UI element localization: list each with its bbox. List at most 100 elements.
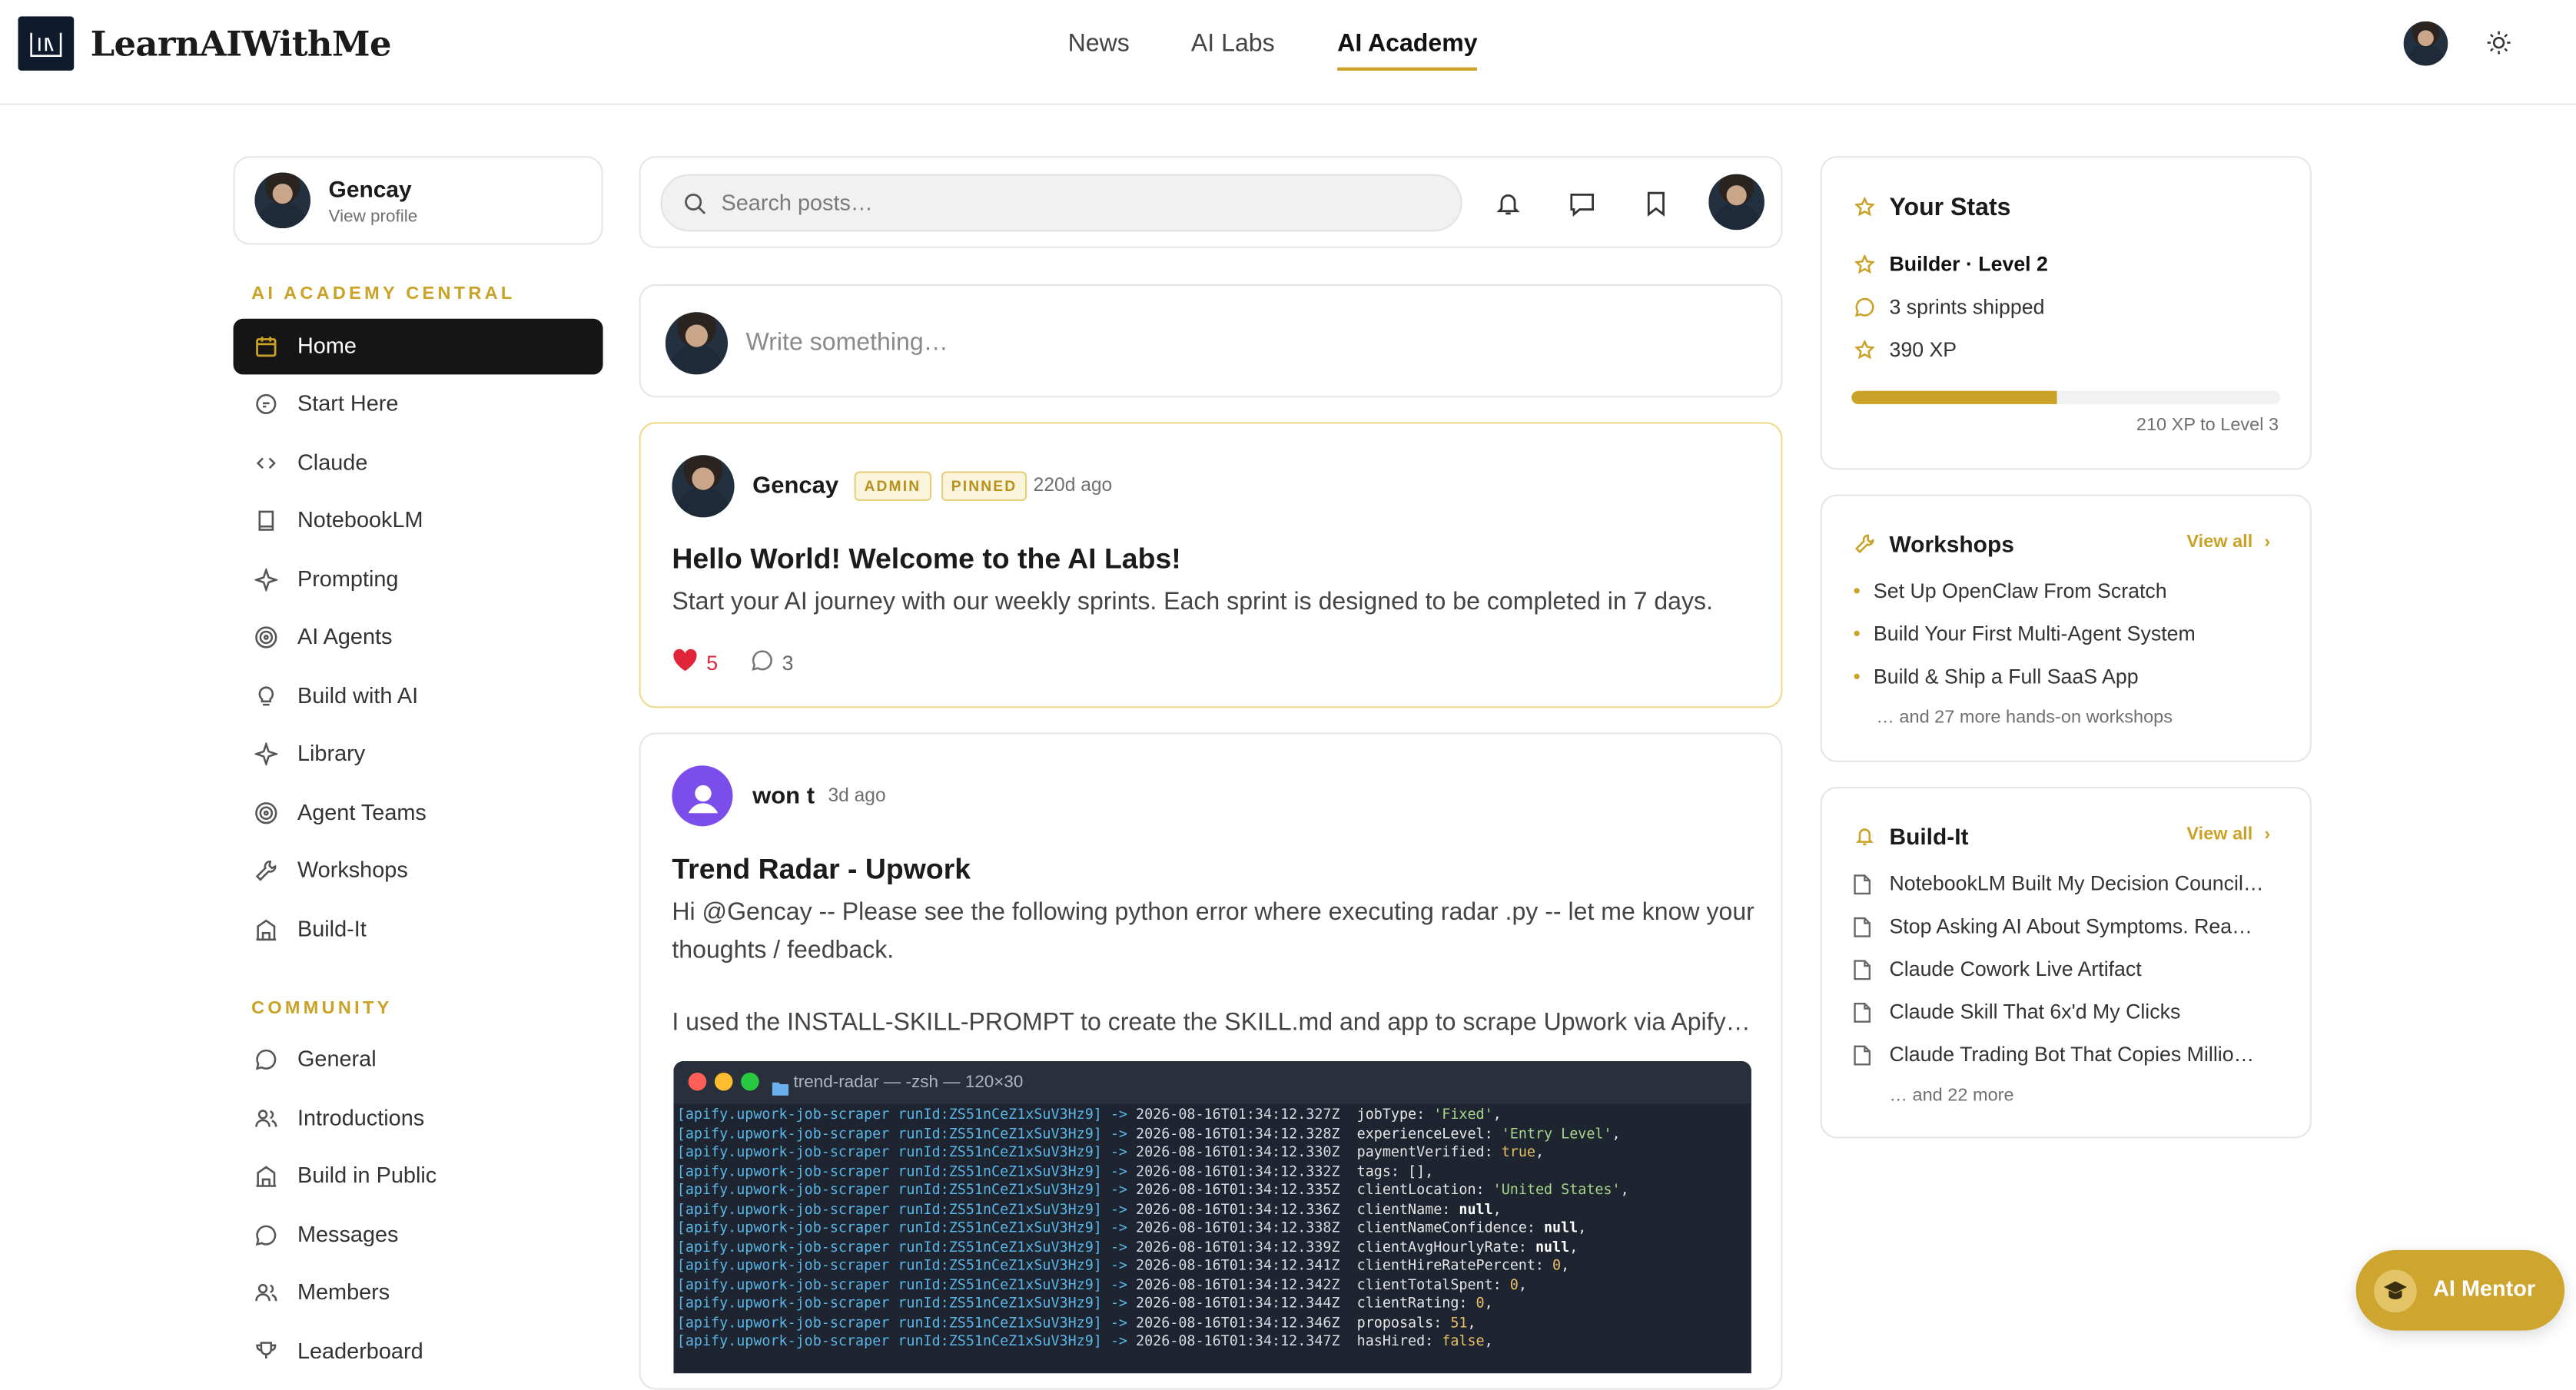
sidebar-item-label: Build in Public (297, 1163, 437, 1188)
sidebar-item-label: AI Agents (297, 624, 393, 649)
post-title[interactable]: Hello World! Welcome to the AI Labs! (672, 542, 1180, 576)
theme-toggle-sun-icon[interactable] (2482, 26, 2515, 59)
workshop-item[interactable]: • Build & Ship a Full SaaS App (1853, 665, 2138, 688)
lightbulb-icon (253, 683, 279, 709)
folder-icon (772, 1074, 789, 1103)
section-title-academy: AI ACADEMY CENTRAL (251, 284, 516, 304)
build-it-card: Build-It View all › NotebookLM Built My … (1820, 787, 2312, 1139)
bell-icon[interactable] (1492, 187, 1525, 221)
document-icon (1853, 1045, 1871, 1071)
bookmark-icon[interactable] (1640, 187, 1673, 221)
avatar (254, 172, 311, 229)
chevron-right-icon: › (2264, 824, 2271, 844)
post-card-pinned[interactable]: Gencay ADMIN PINNED 220d ago Hello World… (639, 422, 1783, 708)
messages-icon[interactable] (1565, 187, 1598, 221)
compose-placeholder[interactable]: Write something… (746, 329, 948, 357)
sidebar-item-agent-teams[interactable]: Agent Teams (234, 785, 603, 841)
sidebar-item-label: Leaderboard (297, 1339, 423, 1358)
sidebar-item-general[interactable]: General (234, 1032, 603, 1088)
maximize-dot-icon (741, 1072, 759, 1091)
star-icon (1853, 195, 1876, 218)
post-author[interactable]: Gencay (752, 473, 838, 499)
workshop-item[interactable]: • Build Your First Multi-Agent System (1853, 622, 2195, 645)
sidebar-item-label: Home (297, 333, 357, 359)
terminal-line: [apify.upwork-job-scraper runId:ZS51nCeZ… (676, 1315, 1476, 1332)
xp-progress-bar (1851, 390, 2281, 404)
sidebar-item-label: Claude (297, 450, 368, 475)
sidebar-item-workshops[interactable]: Workshops (234, 843, 603, 899)
sidebar-item-build-with-ai[interactable]: Build with AI (234, 668, 603, 725)
sparkle-icon (253, 567, 279, 593)
ai-mentor-label: AI Mentor (2433, 1276, 2536, 1302)
build-it-view-all-link[interactable]: View all › (2186, 824, 2270, 844)
post-time: 3d ago (828, 787, 886, 807)
post-author[interactable]: won t (752, 784, 815, 810)
nav-ai-labs[interactable]: AI Labs (1191, 29, 1275, 57)
terminal-line: [apify.upwork-job-scraper runId:ZS51nCeZ… (676, 1258, 1570, 1275)
brand-name[interactable]: LearnAIWithMe (91, 23, 392, 64)
star-icon (1853, 253, 1876, 276)
view-profile-link[interactable]: View profile (329, 207, 418, 227)
trophy-icon (253, 1339, 279, 1358)
post-body-continued: I used the INSTALL-SKILL-PROMPT to creat… (672, 1008, 1751, 1037)
book-icon (253, 508, 279, 534)
avatar[interactable] (1708, 174, 1764, 231)
logo-icon[interactable] (18, 16, 75, 71)
terminal-line: [apify.upwork-job-scraper runId:ZS51nCeZ… (676, 1333, 1493, 1351)
post-card[interactable]: won t 3d ago Trend Radar - Upwork Hi @Ge… (639, 732, 1783, 1390)
sidebar-item-ai-agents[interactable]: AI Agents (234, 609, 603, 665)
workshops-card: Workshops View all › • Set Up OpenClaw Fr… (1820, 494, 2312, 762)
avatar (672, 455, 735, 518)
graduation-cap-icon (2374, 1269, 2417, 1313)
comment-count: 3 (782, 651, 794, 675)
users-icon (253, 1279, 279, 1305)
pinned-badge: PINNED (941, 471, 1027, 502)
comment-button[interactable]: 3 (751, 649, 793, 676)
workshops-title: Workshops (1889, 530, 2014, 557)
search-input[interactable] (721, 175, 1445, 231)
nav-ai-academy[interactable]: AI Academy (1337, 29, 1477, 57)
sidebar-item-home[interactable]: Home (233, 318, 603, 375)
profile-card[interactable]: Gencay View profile (233, 156, 603, 245)
star-icon (1853, 338, 1876, 361)
sidebar-item-label: Library (297, 741, 366, 766)
sidebar-item-members[interactable]: Members (234, 1265, 603, 1321)
sidebar-item-build-in-public[interactable]: Build in Public (234, 1148, 603, 1204)
level-label: Builder · Level 2 (1889, 253, 2048, 277)
sidebar-item-build-it[interactable]: Build-It (234, 902, 603, 958)
sidebar-item-messages[interactable]: Messages (234, 1207, 603, 1263)
terminal-line: [apify.upwork-job-scraper runId:ZS51nCeZ… (676, 1145, 1545, 1162)
sidebar-item-label: Start Here (297, 390, 399, 416)
sidebar-item-start-here[interactable]: Start Here (234, 377, 603, 433)
sidebar-item-introductions[interactable]: Introductions (234, 1090, 603, 1146)
sidebar-item-prompting[interactable]: Prompting (234, 552, 603, 608)
workshops-view-all-link[interactable]: View all › (2186, 532, 2270, 552)
document-icon (1853, 874, 1871, 900)
admin-badge: ADMIN (854, 471, 931, 502)
sidebar-item-library[interactable]: Library (234, 726, 603, 782)
nav-news[interactable]: News (1068, 29, 1130, 57)
terminal-line: [apify.upwork-job-scraper runId:ZS51nCeZ… (676, 1239, 1578, 1256)
calendar-icon (253, 333, 279, 360)
document-icon (1853, 917, 1871, 943)
target-icon (253, 624, 279, 650)
workshop-item[interactable]: • Set Up OpenClaw From Scratch (1853, 580, 2166, 603)
sparkle-icon (253, 741, 279, 767)
sidebar-item-label: NotebookLM (297, 507, 423, 532)
users-icon (253, 1106, 279, 1132)
xp-count: 390 XP (1889, 338, 1957, 362)
section-title-community: COMMUNITY (251, 998, 393, 1019)
search-field[interactable] (660, 174, 1462, 232)
sidebar-item-label: Introductions (297, 1105, 425, 1130)
default-avatar-icon (672, 765, 733, 827)
document-icon (1853, 959, 1871, 985)
user-avatar[interactable] (2403, 21, 2448, 66)
sprints-count: 3 sprints shipped (1889, 295, 2045, 319)
ai-mentor-button[interactable]: AI Mentor (2355, 1249, 2565, 1331)
post-title[interactable]: Trend Radar - Upwork (672, 853, 971, 887)
like-button[interactable]: 5 (672, 649, 718, 676)
sidebar-item-notebooklm[interactable]: NotebookLM (234, 493, 603, 549)
sidebar-item-claude[interactable]: Claude (234, 436, 603, 492)
compose-box[interactable]: Write something… (639, 284, 1783, 398)
sidebar-item-leaderboard[interactable]: Leaderboard (234, 1324, 603, 1358)
